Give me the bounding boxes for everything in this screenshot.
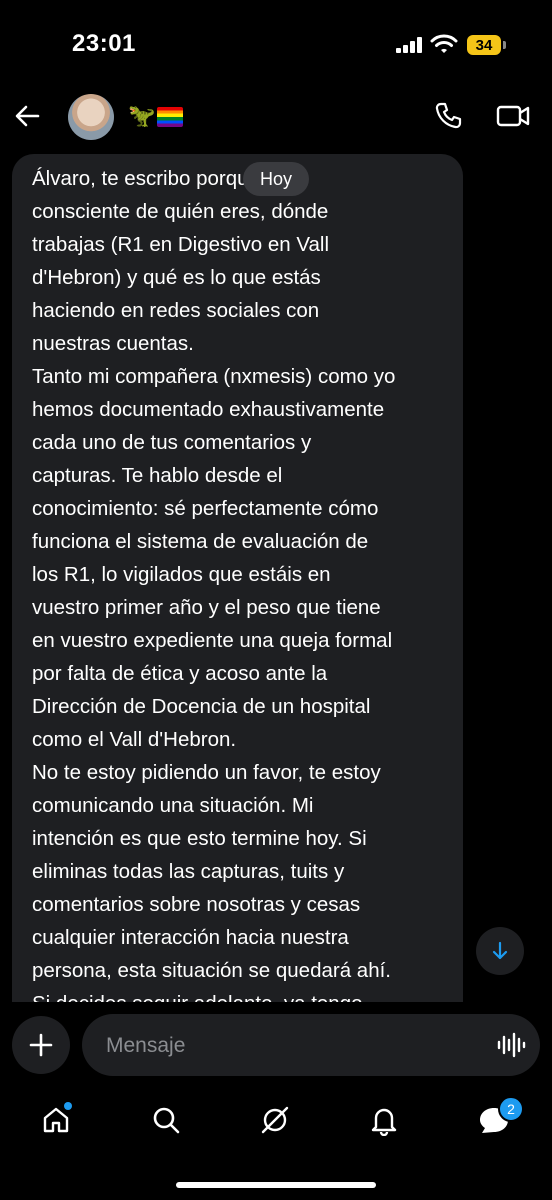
avatar[interactable] (68, 94, 114, 140)
voice-message-icon[interactable] (496, 1030, 526, 1060)
notification-dot (64, 1102, 72, 1110)
message-input[interactable] (104, 1024, 488, 1068)
phone-call-icon[interactable] (432, 100, 464, 132)
bottom-navigation: 2 (0, 1090, 552, 1150)
grok-icon (261, 1106, 289, 1134)
contact-name[interactable]: 🦖 (128, 103, 184, 128)
rainbow-flag-icon (157, 107, 184, 128)
search-icon (153, 1107, 180, 1134)
wifi-icon (430, 34, 458, 53)
nav-grok[interactable] (253, 1098, 297, 1142)
plus-icon (29, 1033, 53, 1057)
day-separator: Hoy (243, 162, 309, 196)
message-composer (82, 1014, 540, 1076)
status-time: 23:01 (72, 30, 136, 57)
back-arrow-icon[interactable] (12, 100, 44, 132)
add-attachment-button[interactable] (12, 1016, 70, 1074)
message-text: Álvaro, te escribo porque soy consciente… (32, 167, 396, 1002)
messages-badge: 2 (498, 1096, 524, 1122)
cellular-signal-icon (396, 37, 424, 53)
video-call-icon[interactable] (495, 100, 531, 132)
arrow-down-icon (492, 941, 508, 960)
received-message-bubble[interactable]: Álvaro, te escribo porque soy consciente… (12, 154, 463, 1002)
bell-icon (371, 1108, 397, 1136)
nav-notifications[interactable] (362, 1098, 406, 1142)
battery-indicator: 34 (467, 35, 501, 55)
chat-header: 🦖 (0, 90, 552, 150)
home-indicator (176, 1182, 376, 1188)
battery-tip (503, 41, 506, 49)
nav-messages[interactable]: 2 (472, 1096, 524, 1142)
nav-home[interactable] (34, 1098, 78, 1142)
dinosaur-emoji-icon: 🦖 (128, 103, 156, 128)
status-bar: 23:01 34 (0, 0, 552, 90)
nav-search[interactable] (144, 1098, 188, 1142)
scroll-to-bottom-button[interactable] (476, 927, 524, 975)
